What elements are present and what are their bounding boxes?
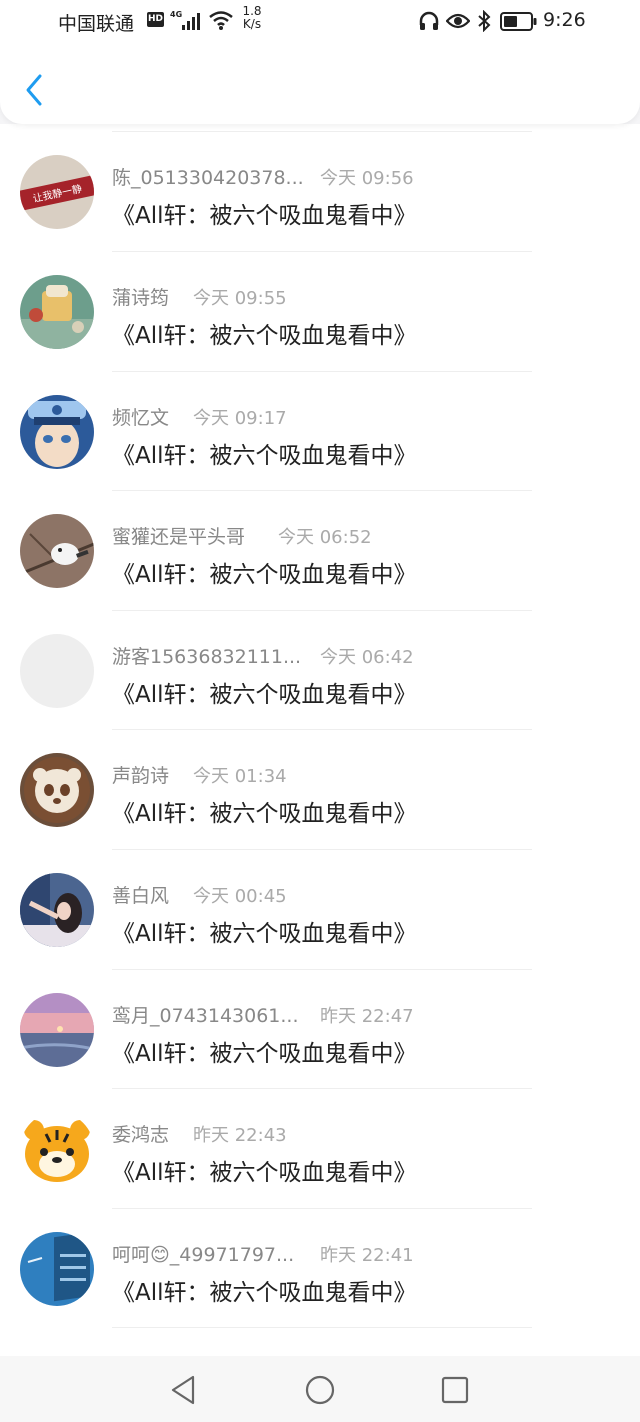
timestamp: 今天 09:55	[193, 288, 287, 309]
user-name: 善白风	[112, 885, 170, 907]
clock: 9:26	[543, 9, 586, 31]
home-circle-icon[interactable]	[300, 1370, 340, 1410]
user-name: 委鸿志	[112, 1124, 170, 1146]
timestamp: 今天 00:45	[193, 886, 287, 907]
bluetooth-icon	[478, 10, 491, 32]
list-item[interactable]: 鸾月_0743143061... 昨天 22:47 《All轩：被六个吸血鬼看中…	[0, 962, 640, 1082]
avatar[interactable]	[20, 873, 94, 947]
divider	[112, 1088, 532, 1089]
hd-badge: HD	[147, 12, 164, 27]
avatar[interactable]	[20, 993, 94, 1067]
status-bar: 中国联通 HD 4G 1.8 K/s 9:26	[0, 0, 640, 44]
timestamp: 今天 01:34	[193, 766, 287, 787]
divider	[112, 729, 532, 730]
divider	[112, 490, 532, 491]
timestamp: 今天 06:42	[320, 647, 414, 668]
carrier-name: 中国联通	[58, 13, 135, 35]
avatar[interactable]	[20, 1112, 94, 1186]
user-name: 声韵诗	[112, 765, 170, 787]
reader-list: 让我静一静 陈_051330420378... 今天 09:56 《All轩：被…	[0, 124, 640, 1356]
user-name: 鸾月_0743143061...	[112, 1005, 299, 1027]
timestamp: 昨天 22:43	[193, 1125, 287, 1146]
message-text: 《All轩：被六个吸血鬼看中》	[112, 682, 417, 708]
message-text: 《All轩：被六个吸血鬼看中》	[112, 443, 417, 469]
divider	[112, 1208, 532, 1209]
timestamp: 今天 09:17	[193, 408, 287, 429]
divider	[112, 610, 532, 611]
network-speed: 1.8 K/s	[240, 5, 264, 31]
user-name: 蒲诗筠	[112, 287, 170, 309]
avatar[interactable]	[20, 753, 94, 827]
network-type: 4G	[170, 10, 183, 19]
system-nav-bar	[0, 1356, 640, 1422]
avatar[interactable]	[20, 634, 94, 708]
avatar[interactable]	[20, 514, 94, 588]
message-text: 《All轩：被六个吸血鬼看中》	[112, 562, 417, 588]
avatar[interactable]	[20, 275, 94, 349]
divider	[112, 131, 532, 132]
avatar[interactable]	[20, 395, 94, 469]
avatar[interactable]	[20, 1232, 94, 1306]
avatar[interactable]: 让我静一静	[20, 155, 94, 229]
top-bar: 中国联通 HD 4G 1.8 K/s 9:26	[0, 0, 640, 124]
timestamp: 今天 09:56	[320, 168, 414, 189]
divider	[112, 969, 532, 970]
recents-square-icon[interactable]	[435, 1370, 475, 1410]
timestamp: 今天 06:52	[278, 527, 372, 548]
list-item[interactable]: 让我静一静 陈_051330420378... 今天 09:56 《All轩：被…	[0, 124, 640, 244]
wifi-icon	[209, 11, 233, 30]
message-text: 《All轩：被六个吸血鬼看中》	[112, 1280, 417, 1306]
divider	[112, 1327, 532, 1328]
message-text: 《All轩：被六个吸血鬼看中》	[112, 801, 417, 827]
message-text: 《All轩：被六个吸血鬼看中》	[112, 323, 417, 349]
list-item[interactable]: 频忆文 今天 09:17 《All轩：被六个吸血鬼看中》	[0, 364, 640, 484]
list-item[interactable]: 游客15636832111... 今天 06:42 《All轩：被六个吸血鬼看中…	[0, 603, 640, 723]
list-item[interactable]: 蒲诗筠 今天 09:55 《All轩：被六个吸血鬼看中》	[0, 244, 640, 364]
back-arrow-icon[interactable]	[22, 72, 46, 108]
headphones-icon	[419, 11, 439, 30]
divider	[112, 371, 532, 372]
list-item[interactable]: 善白风 今天 00:45 《All轩：被六个吸血鬼看中》	[0, 842, 640, 962]
signal-icon	[182, 13, 204, 30]
message-text: 《All轩：被六个吸血鬼看中》	[112, 1160, 417, 1186]
timestamp: 昨天 22:47	[320, 1006, 414, 1027]
list-item[interactable]: 声韵诗 今天 01:34 《All轩：被六个吸血鬼看中》	[0, 722, 640, 842]
eye-icon	[446, 13, 470, 29]
list-item	[0, 1320, 640, 1356]
speed-unit: K/s	[242, 17, 262, 31]
user-name: 陈_051330420378...	[112, 167, 304, 189]
user-name: 频忆文	[112, 407, 170, 429]
divider	[112, 849, 532, 850]
divider	[112, 251, 532, 252]
user-name: 游客15636832111...	[112, 646, 302, 668]
back-triangle-icon[interactable]	[163, 1370, 203, 1410]
list-item[interactable]: 蜜獾还是平头哥 今天 06:52 《All轩：被六个吸血鬼看中》	[0, 483, 640, 603]
list-item[interactable]: 呵呵😊_49971797... 昨天 22:41 《All轩：被六个吸血鬼看中》	[0, 1201, 640, 1321]
user-name: 呵呵😊_49971797...	[112, 1244, 295, 1266]
timestamp: 昨天 22:41	[320, 1245, 414, 1266]
message-text: 《All轩：被六个吸血鬼看中》	[112, 921, 417, 947]
message-text: 《All轩：被六个吸血鬼看中》	[112, 203, 417, 229]
message-text: 《All轩：被六个吸血鬼看中》	[112, 1041, 417, 1067]
battery-icon	[500, 12, 537, 31]
user-name: 蜜獾还是平头哥	[112, 526, 246, 548]
list-item[interactable]: 委鸿志 昨天 22:43 《All轩：被六个吸血鬼看中》	[0, 1081, 640, 1201]
